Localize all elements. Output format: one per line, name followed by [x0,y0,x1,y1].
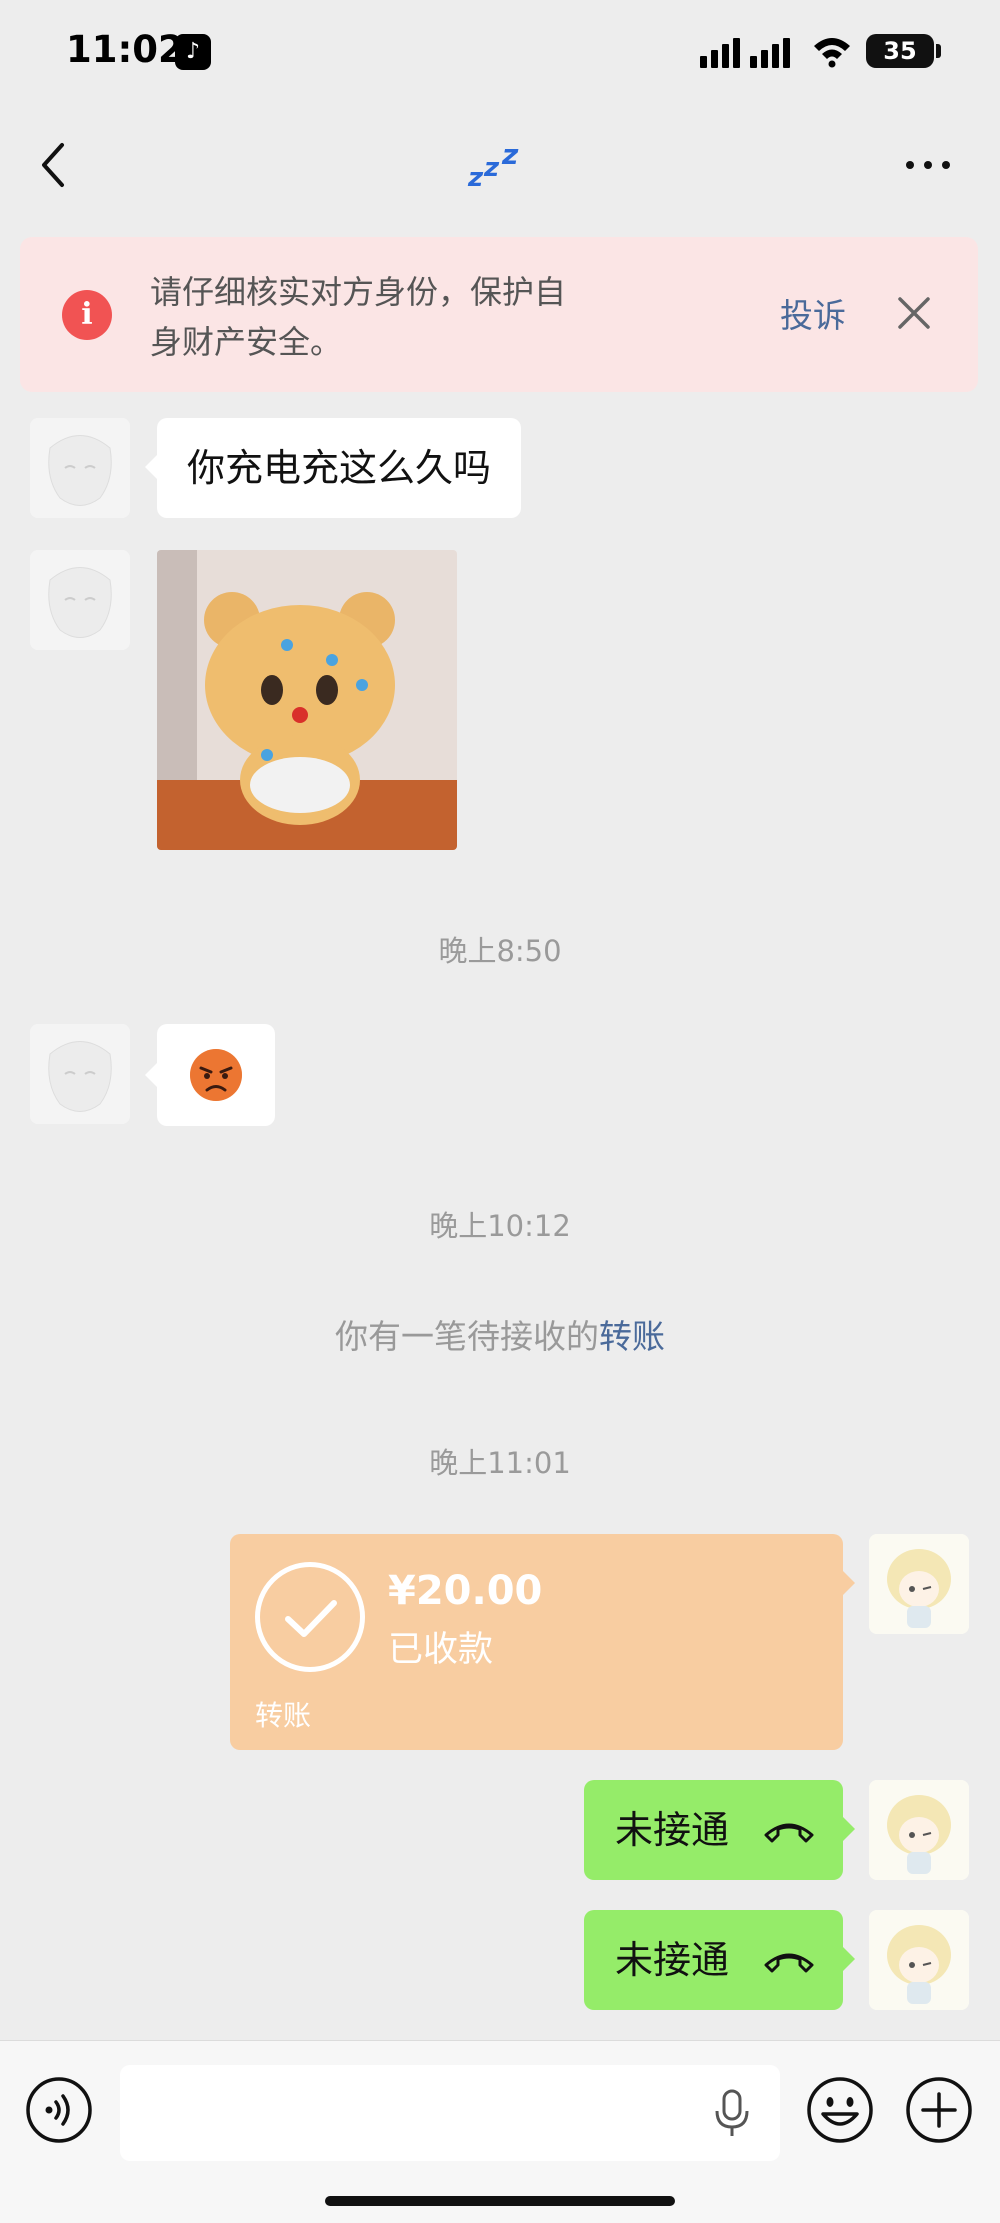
battery-icon: 35 [866,34,934,68]
bear-sticker[interactable] [157,550,457,850]
tiktok-icon: ♪ [175,34,211,70]
call-status-text: 未接通 [615,1808,730,1852]
info-icon: i [62,290,112,340]
transfer-link[interactable]: 转账 [599,1317,665,1356]
transfer-amount: ¥20.00 [388,1568,543,1614]
missed-call-bubble[interactable]: 未接通 [584,1780,855,1880]
notice-text: 你有一笔待接收的 [335,1317,599,1356]
transfer-label: 转账 [255,1699,312,1732]
mic-icon[interactable] [712,2089,752,2139]
hangup-phone-icon [764,1953,814,1973]
contact-avatar[interactable] [30,418,130,518]
my-avatar[interactable] [869,1910,969,2010]
call-status-text: 未接通 [615,1938,730,1982]
message-bubble-emoji[interactable] [145,1024,275,1126]
message-input[interactable] [120,2065,780,2161]
timestamp: 晚上8:50 [438,934,562,968]
transfer-card[interactable]: ¥20.00 已收款 转账 [230,1534,855,1750]
chat-title-zzz-icon: z z z [467,140,519,190]
battery-level: 35 [883,37,917,65]
complain-link[interactable]: 投诉 [780,289,846,337]
security-warning-banner: i 请仔细核实对方身份，保护自身财产安全。 投诉 [20,237,978,392]
home-indicator[interactable] [325,2196,675,2206]
plus-icon[interactable] [905,2076,973,2144]
chevron-left-icon[interactable] [30,135,80,195]
angry-face-emoji [190,1049,242,1101]
more-dots-icon[interactable] [900,150,960,180]
contact-avatar[interactable] [30,1024,130,1124]
timestamp: 晚上10:12 [429,1209,571,1243]
emoji-icon[interactable] [806,2076,874,2144]
svg-text:z: z [467,163,484,190]
pending-transfer-notice: 你有一笔待接收的转账 [0,1310,1000,1358]
missed-call-bubble[interactable]: 未接通 [584,1910,855,2010]
transfer-status: 已收款 [388,1630,494,1670]
banner-text: 请仔细核实对方身份，保护自身财产安全。 [150,273,567,361]
wifi-icon [814,38,850,68]
contact-avatar[interactable] [30,550,130,650]
hangup-phone-icon [764,1823,814,1843]
my-avatar[interactable] [869,1534,969,1634]
my-avatar[interactable] [869,1780,969,1880]
svg-text:z: z [483,153,500,183]
svg-text:z: z [501,140,519,171]
battery-cap [936,44,941,58]
message-bubble-text[interactable]: 你充电充这么久吗 [144,418,522,518]
status-time: 11:02 [66,28,184,71]
signal-icon [700,38,790,68]
nav-bar: z z z [0,100,1000,230]
voice-icon[interactable] [25,2076,93,2144]
close-icon[interactable] [892,291,936,335]
timestamp: 晚上11:01 [429,1446,571,1480]
check-circle-icon [255,1562,365,1672]
status-bar: 11:02 ♪ 35 [0,0,1000,100]
